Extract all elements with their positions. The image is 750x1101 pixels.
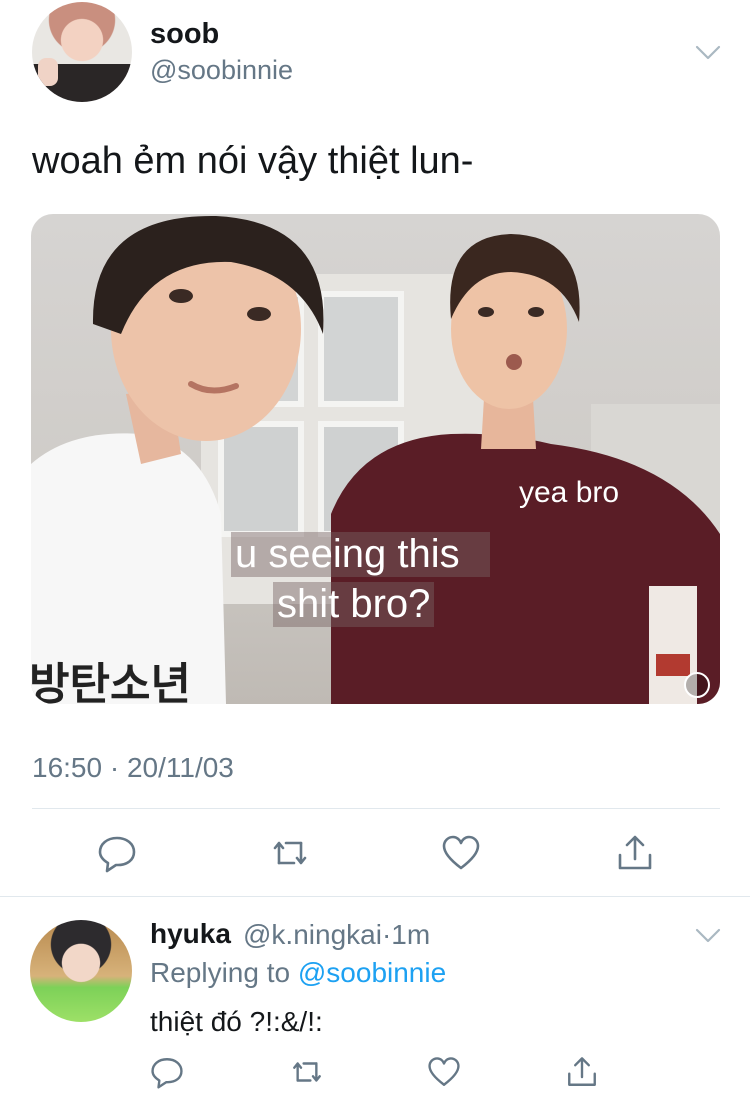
divider bbox=[0, 896, 750, 897]
reply-icon[interactable] bbox=[150, 1055, 184, 1089]
replying-prefix: Replying to bbox=[150, 957, 298, 988]
author-handle[interactable]: @soobinnie bbox=[150, 55, 293, 86]
caption-line-1: u seeing this bbox=[231, 532, 490, 577]
reply-age[interactable]: 1m bbox=[391, 919, 430, 950]
reply-handle[interactable]: @k.ningkai bbox=[243, 919, 382, 950]
tweet-text: woah ẻm nói vậy thiệt lun- bbox=[32, 140, 474, 182]
avatar-hand bbox=[38, 58, 58, 86]
chevron-down-icon[interactable] bbox=[693, 37, 723, 67]
reply-display-name[interactable]: hyuka bbox=[150, 918, 231, 950]
retweet-icon[interactable] bbox=[270, 833, 310, 873]
tweet-detail-page: soob @soobinnie woah ẻm nói vậy thiệt lu… bbox=[0, 0, 750, 1101]
caption-yea-bro: yea bro bbox=[519, 476, 620, 509]
share-icon[interactable] bbox=[565, 1055, 599, 1089]
replying-to-line: Replying to @soobinnie bbox=[150, 957, 446, 989]
divider bbox=[32, 808, 720, 809]
retweet-icon[interactable] bbox=[290, 1055, 324, 1089]
info-icon[interactable] bbox=[684, 672, 710, 698]
reply-action-bar bbox=[0, 1055, 750, 1095]
caption-line-2: shit bro? bbox=[273, 582, 435, 627]
replying-to-mention[interactable]: @soobinnie bbox=[298, 957, 446, 988]
tweet-media-image[interactable]: 방탄소년 yea bro u seeing this shit bro? bbox=[31, 214, 720, 704]
separator-dot: · bbox=[381, 919, 392, 950]
share-icon[interactable] bbox=[615, 833, 655, 873]
author-display-name[interactable]: soob bbox=[150, 18, 219, 51]
meme-illustration: 방탄소년 bbox=[31, 215, 720, 704]
tweet-action-bar bbox=[0, 830, 750, 876]
chevron-down-icon[interactable] bbox=[693, 920, 723, 950]
tweet-timestamp[interactable]: 16:50 · 20/11/03 bbox=[32, 752, 234, 784]
reply-avatar[interactable] bbox=[30, 920, 132, 1022]
reply-text: thiệt đó ?!:&/!: bbox=[150, 1006, 323, 1037]
svg-text:방탄소년: 방탄소년 bbox=[31, 659, 191, 704]
like-icon[interactable] bbox=[427, 1055, 461, 1089]
like-icon[interactable] bbox=[441, 833, 481, 873]
avatar[interactable] bbox=[32, 2, 132, 102]
reply-meta: @k.ningkai·1m bbox=[243, 919, 430, 951]
reply-icon[interactable] bbox=[97, 833, 137, 873]
